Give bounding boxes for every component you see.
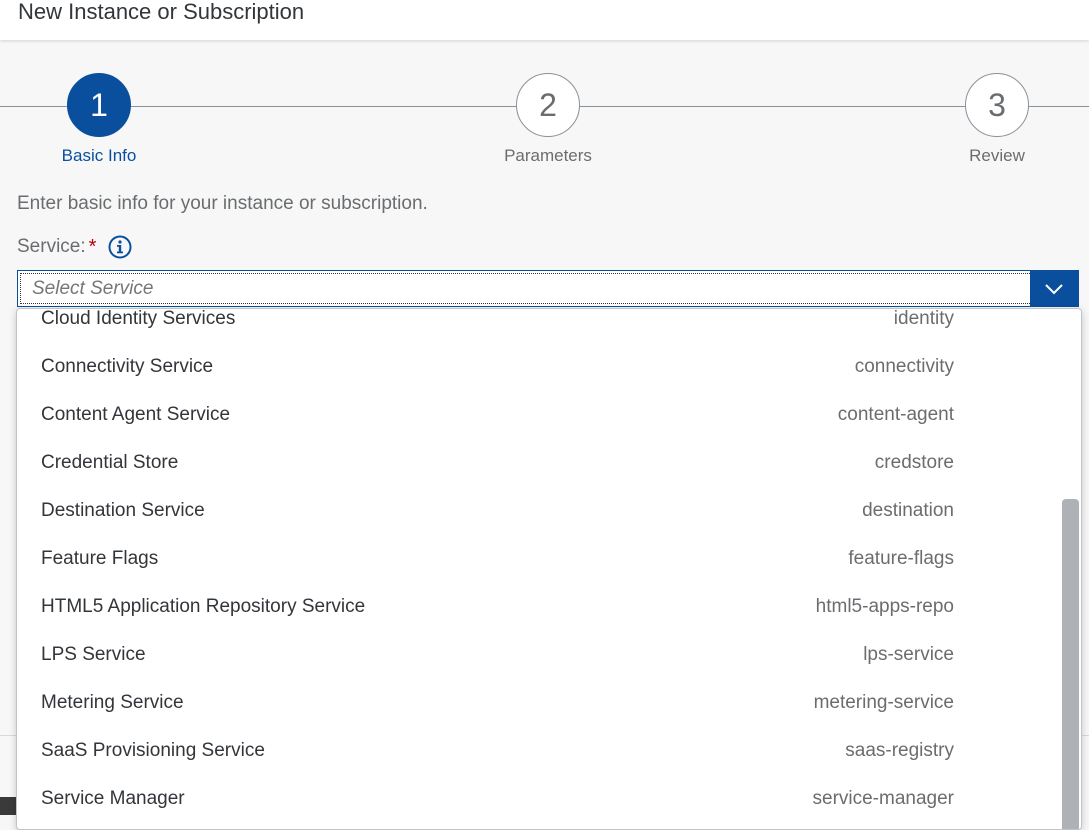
list-item[interactable]: HTML5 Application Repository Service htm… xyxy=(17,582,1057,630)
service-name: Feature Flags xyxy=(41,548,159,569)
service-select[interactable]: Select Service xyxy=(17,270,1079,307)
background-edge xyxy=(0,797,16,815)
service-id: connectivity xyxy=(854,356,954,377)
dialog-header: New Instance or Subscription xyxy=(0,0,1089,40)
service-id: content-agent xyxy=(837,404,954,425)
form-intro: Enter basic info for your instance or su… xyxy=(17,193,428,214)
list-item[interactable]: SaaS Provisioning Service saas-registry xyxy=(17,726,1057,774)
service-name: Metering Service xyxy=(41,692,184,713)
service-id: identity xyxy=(893,308,954,329)
service-id: service-manager xyxy=(812,788,955,809)
service-id: destination xyxy=(862,500,954,521)
list-item[interactable]: Destination Service destination xyxy=(17,486,1057,534)
service-name: SaaS Provisioning Service xyxy=(41,740,265,761)
chevron-down-icon xyxy=(1045,283,1063,294)
service-name: Cloud Identity Services xyxy=(41,308,236,329)
service-id: metering-service xyxy=(813,692,954,713)
step-label: Parameters xyxy=(504,146,592,165)
list-item[interactable]: Credential Store credstore xyxy=(17,438,1057,486)
service-id: credstore xyxy=(874,452,954,473)
list-item[interactable]: Content Agent Service content-agent xyxy=(17,390,1057,438)
service-name: LPS Service xyxy=(41,644,146,665)
step-label: Basic Info xyxy=(61,146,137,165)
required-marker: * xyxy=(88,235,97,258)
service-id: html5-apps-repo xyxy=(815,596,954,617)
service-name: Content Agent Service xyxy=(41,404,231,425)
dialog-title: New Instance or Subscription xyxy=(18,0,305,24)
step-number: 2 xyxy=(516,73,580,137)
service-name: Destination Service xyxy=(41,500,205,521)
list-item[interactable]: LPS Service lps-service xyxy=(17,630,1057,678)
dropdown-toggle-button[interactable] xyxy=(1030,271,1078,306)
info-icon[interactable] xyxy=(108,235,132,259)
step-number: 1 xyxy=(67,73,131,137)
service-id: feature-flags xyxy=(848,548,954,569)
service-name: HTML5 Application Repository Service xyxy=(41,596,366,617)
service-id: saas-registry xyxy=(845,740,954,761)
wizard-step-parameters[interactable]: 2 Parameters xyxy=(478,73,618,166)
list-item[interactable]: Metering Service metering-service xyxy=(17,678,1057,726)
wizard-step-basic-info[interactable]: 1 Basic Info xyxy=(29,73,169,166)
list-item[interactable]: Connectivity Service connectivity xyxy=(17,342,1057,390)
service-name: Credential Store xyxy=(41,452,179,473)
service-name: Service Manager xyxy=(41,788,185,809)
service-id: lps-service xyxy=(863,644,954,665)
step-number: 3 xyxy=(965,73,1029,137)
service-name: Connectivity Service xyxy=(41,356,214,377)
step-label: Review xyxy=(969,146,1025,165)
service-dropdown-list[interactable]: Cloud Identity Services identity Connect… xyxy=(16,308,1082,830)
list-item[interactable]: Feature Flags feature-flags xyxy=(17,534,1057,582)
service-label-row: Service: * xyxy=(17,235,132,259)
service-label: Service: xyxy=(17,236,86,257)
wizard-step-review[interactable]: 3 Review xyxy=(927,73,1067,166)
list-item[interactable]: Cloud Identity Services identity xyxy=(17,308,1057,342)
scrollbar-thumb[interactable] xyxy=(1062,499,1079,829)
wizard-progress: 1 Basic Info 2 Parameters 3 Review xyxy=(0,40,1089,180)
dropdown-scrollbar[interactable] xyxy=(1059,309,1081,829)
service-select-placeholder: Select Service xyxy=(32,278,154,299)
